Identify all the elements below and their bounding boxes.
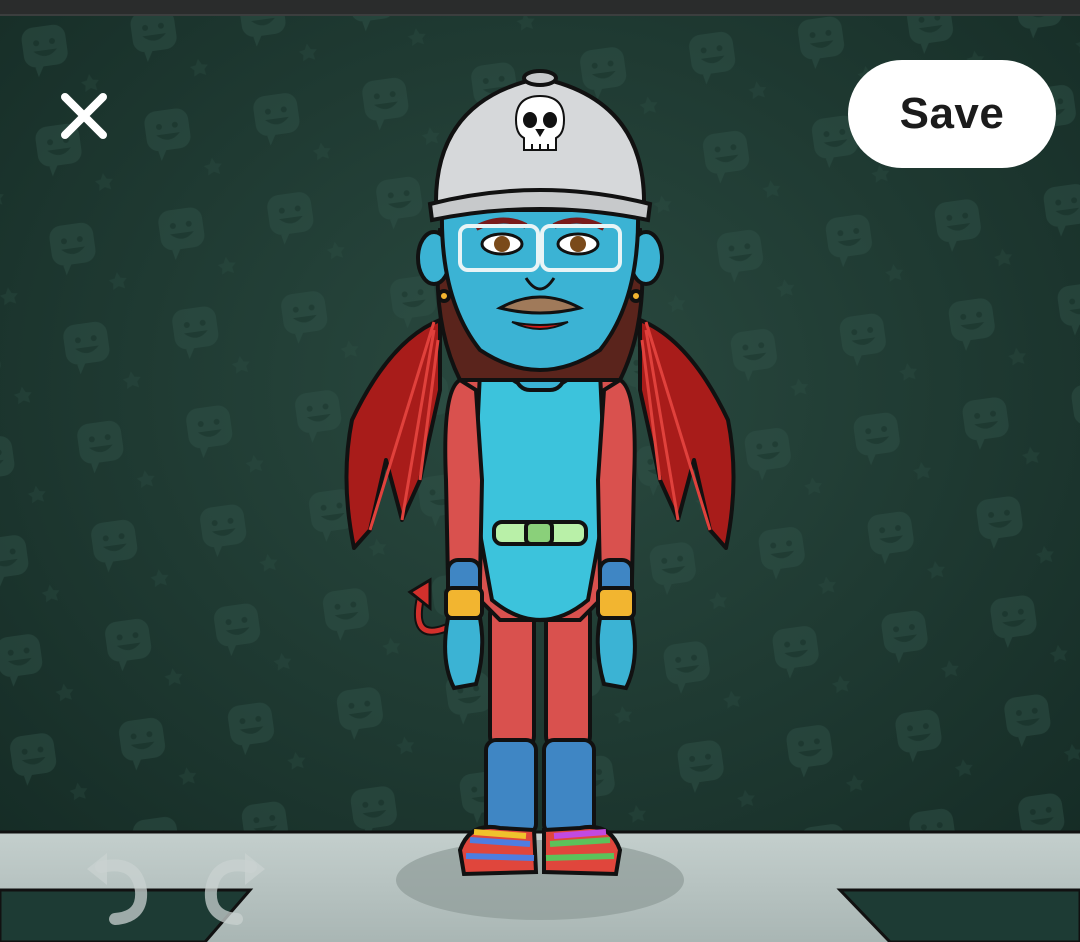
avatar-figure xyxy=(344,69,736,877)
status-bar xyxy=(0,0,1080,16)
save-button[interactable]: Save xyxy=(848,60,1056,168)
sneakers xyxy=(457,825,623,877)
undo-button[interactable] xyxy=(72,840,162,930)
undo-icon xyxy=(87,853,148,925)
avatar-editor: Save xyxy=(0,0,1080,942)
redo-icon xyxy=(204,853,265,925)
close-icon xyxy=(61,93,107,139)
skull-icon xyxy=(514,94,566,151)
legs xyxy=(484,598,596,836)
redo-button[interactable] xyxy=(190,840,280,930)
close-button[interactable] xyxy=(44,76,124,156)
